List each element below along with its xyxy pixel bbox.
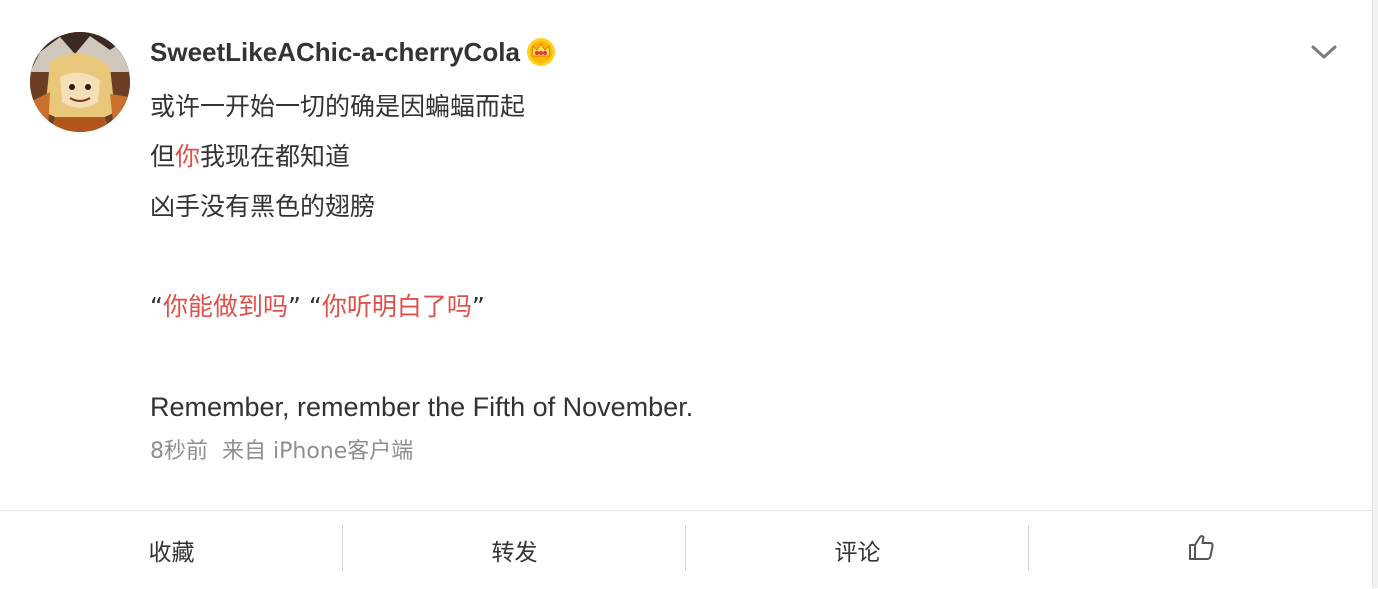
post-time[interactable]: 8秒前 <box>150 439 208 464</box>
post-source[interactable]: 来自 iPhone客户端 <box>222 439 413 464</box>
avatar-image <box>30 32 130 132</box>
post-body: 或许一开始一切的确是因蝙蝠而起 但你我现在都知道 凶手没有黑色的翅膀 “你能做到… <box>150 82 693 432</box>
author-row: SweetLikeAChic-a-cherryCola <box>150 34 556 70</box>
comment-button[interactable]: 评论 <box>686 511 1029 589</box>
chevron-down-icon[interactable] <box>1308 38 1340 66</box>
weibo-post-card: SweetLikeAChic-a-cherryCola 或许一开始一切的确是因蝙… <box>0 0 1372 588</box>
comment-label: 评论 <box>834 540 881 566</box>
post-line: 但你我现在都知道 <box>150 132 693 182</box>
action-bar: 收藏 转发 评论 <box>0 510 1372 589</box>
post-line: Remember, remember the Fifth of November… <box>150 392 694 422</box>
quote-mark: ” “ <box>287 292 322 321</box>
post-line: 凶手没有黑色的翅膀 <box>150 192 376 221</box>
post-meta: 8秒前 来自 iPhone客户端 <box>150 436 413 468</box>
post-text: 但 <box>150 142 176 171</box>
repost-button[interactable]: 转发 <box>343 511 686 589</box>
post-line: “你能做到吗” “你听明白了吗” <box>150 282 693 332</box>
crown-badge-icon[interactable] <box>526 37 556 67</box>
like-button[interactable] <box>1029 511 1372 589</box>
highlight-text: 你能做到吗 <box>162 292 288 321</box>
post-text: 我现在都知道 <box>200 142 351 171</box>
collect-button[interactable]: 收藏 <box>0 511 343 589</box>
quote-mark: ” <box>471 292 485 321</box>
post-line: 或许一开始一切的确是因蝙蝠而起 <box>150 92 526 121</box>
highlight-text: 你听明白了吗 <box>321 292 472 321</box>
collect-label: 收藏 <box>148 540 195 566</box>
quote-mark: “ <box>150 292 163 321</box>
avatar[interactable] <box>30 32 130 132</box>
highlight-text: 你 <box>175 142 201 171</box>
username-link[interactable]: SweetLikeAChic-a-cherryCola <box>150 37 520 68</box>
scrollbar-track[interactable] <box>1372 0 1378 588</box>
thumbs-up-icon <box>1186 532 1216 568</box>
repost-label: 转发 <box>491 540 538 566</box>
